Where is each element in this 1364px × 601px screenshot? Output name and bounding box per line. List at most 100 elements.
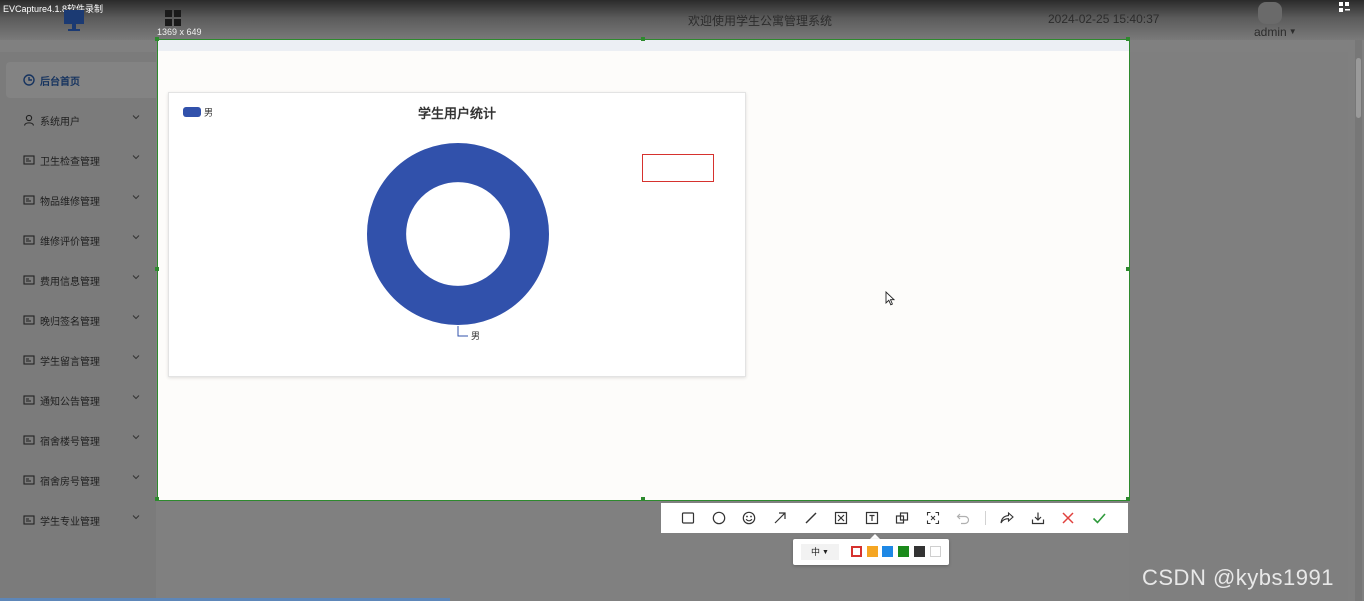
- resize-handle[interactable]: [1126, 497, 1130, 501]
- confirm-icon: [1092, 513, 1106, 524]
- recorder-title: EVCapture4.1.8软件录制: [3, 4, 104, 14]
- scrollbar[interactable]: [1355, 40, 1362, 601]
- fullscreen-icon[interactable]: [1337, 1, 1351, 13]
- color-swatch-red-selected[interactable]: [851, 546, 862, 557]
- ocr-tool[interactable]: [925, 510, 941, 526]
- download-icon: [1031, 512, 1045, 525]
- sidebar-item-repair[interactable]: 物品维修管理: [0, 182, 156, 218]
- rectangle-tool[interactable]: [680, 510, 696, 526]
- card-icon: [23, 395, 35, 405]
- ellipse-icon: [712, 511, 726, 525]
- sidebar-item-majors[interactable]: 学生专业管理: [0, 502, 156, 538]
- resize-handle[interactable]: [1126, 37, 1130, 41]
- resize-handle[interactable]: [155, 497, 159, 501]
- sidebar-item-label: 维修评价管理: [40, 237, 100, 248]
- size-label: 中: [811, 547, 821, 557]
- pie-slice-0[interactable]: [367, 143, 549, 325]
- card-icon: [23, 275, 35, 285]
- chevron-down-icon: [132, 355, 140, 360]
- sidebar-item-repair-review[interactable]: 维修评价管理: [0, 222, 156, 258]
- cancel-button[interactable]: [1060, 510, 1076, 526]
- mosaic-tool[interactable]: [833, 510, 849, 526]
- sidebar-item-rooms[interactable]: 宿舍房号管理: [0, 462, 156, 498]
- chevron-down-icon: [132, 475, 140, 480]
- mosaic-icon: [834, 511, 848, 525]
- welcome-text: 欢迎使用学生公寓管理系统: [688, 14, 833, 28]
- resize-handle[interactable]: [155, 37, 159, 41]
- style-subbar: 中 ▼: [793, 539, 949, 565]
- sidebar-item-buildings[interactable]: 宿舍楼号管理: [0, 422, 156, 458]
- grid-icon[interactable]: [165, 10, 181, 26]
- stroke-size-select[interactable]: 中 ▼: [801, 544, 839, 560]
- chart-card: 男 学生用户统计 男: [168, 92, 746, 377]
- legend-swatch[interactable]: [183, 107, 201, 117]
- line-tool[interactable]: [803, 510, 819, 526]
- resize-handle[interactable]: [1126, 267, 1130, 271]
- sidebar-item-label: 学生专业管理: [40, 517, 100, 528]
- card-icon: [23, 515, 35, 525]
- arrow-icon: [774, 512, 786, 524]
- sidebar-item-notices[interactable]: 通知公告管理: [0, 382, 156, 418]
- sidebar-item-dashboard[interactable]: 后台首页: [6, 62, 156, 98]
- sidebar-item-messages[interactable]: 学生留言管理: [0, 342, 156, 378]
- color-swatch-white[interactable]: [930, 546, 941, 557]
- avatar[interactable]: [1258, 2, 1282, 24]
- sidebar-item-label: 系统用户: [40, 117, 80, 128]
- scrollbar-thumb[interactable]: [1356, 58, 1361, 118]
- monitor-logo-icon: [64, 10, 84, 31]
- sidebar-item-late-return[interactable]: 晚归签名管理: [0, 302, 156, 338]
- sidebar-item-fees[interactable]: 费用信息管理: [0, 262, 156, 298]
- color-swatch-orange[interactable]: [867, 546, 878, 557]
- color-swatch-green[interactable]: [898, 546, 909, 557]
- capture-selection[interactable]: 男 学生用户统计 男: [157, 39, 1130, 501]
- top-header: EVCapture4.1.8软件录制 1369 x 649 欢迎使用学生公寓管理…: [0, 0, 1364, 40]
- card-icon: [23, 235, 35, 245]
- card-icon: [23, 355, 35, 365]
- text-tool[interactable]: [864, 510, 880, 526]
- annotation-toolbar: [661, 503, 1128, 533]
- share-button[interactable]: [999, 510, 1015, 526]
- slice-label: 男: [471, 331, 480, 341]
- selection-size-label: 1369 x 649: [157, 27, 202, 37]
- resize-handle[interactable]: [641, 37, 645, 41]
- chevron-down-icon: [132, 195, 140, 200]
- sidebar-item-label: 宿舍房号管理: [40, 477, 100, 488]
- card-icon: [23, 315, 35, 325]
- resize-handle[interactable]: [641, 497, 645, 501]
- sidebar-item-label: 通知公告管理: [40, 397, 100, 408]
- sidebar-item-hygiene[interactable]: 卫生检查管理: [0, 142, 156, 178]
- confirm-button[interactable]: [1091, 510, 1107, 526]
- red-rectangle-annotation[interactable]: [642, 154, 714, 182]
- chevron-down-icon: [132, 275, 140, 280]
- chevron-down-icon: [132, 115, 140, 120]
- sidebar-item-label: 宿舍楼号管理: [40, 437, 100, 448]
- pin-copy-tool[interactable]: [894, 510, 910, 526]
- sidebar-item-system-users[interactable]: 系统用户: [0, 102, 156, 138]
- sidebar-item-label: 晚归签名管理: [40, 317, 100, 328]
- card-icon: [23, 475, 35, 485]
- share-icon: [1000, 511, 1014, 524]
- ellipse-tool[interactable]: [711, 510, 727, 526]
- chart-title: 学生用户统计: [418, 106, 496, 121]
- chevron-down-icon: [132, 155, 140, 160]
- mouse-cursor-icon: [885, 291, 895, 306]
- color-swatch-black[interactable]: [914, 546, 925, 557]
- emoji-tool[interactable]: [741, 510, 757, 526]
- chevron-down-icon: [132, 315, 140, 320]
- download-button[interactable]: [1030, 510, 1046, 526]
- caret-down-icon: ▼: [1288, 27, 1297, 36]
- emoji-icon: [742, 511, 756, 525]
- user-menu[interactable]: admin ▼: [1254, 25, 1297, 39]
- color-swatch-blue[interactable]: [882, 546, 893, 557]
- sidebar: 后台首页 系统用户 卫生检查管理 物品维修管理 维修评价管理 费用信息管理 晚归…: [0, 52, 156, 601]
- sidebar-item-label: 卫生检查管理: [40, 157, 100, 168]
- resize-handle[interactable]: [155, 267, 159, 271]
- copy-icon: [895, 512, 909, 524]
- rectangle-icon: [681, 512, 695, 524]
- arrow-tool[interactable]: [772, 510, 788, 526]
- sidebar-item-label: 学生留言管理: [40, 357, 100, 368]
- undo-button[interactable]: [955, 510, 971, 526]
- user-icon: [23, 114, 35, 126]
- line-icon: [805, 512, 817, 524]
- caret-down-icon: ▼: [822, 549, 829, 556]
